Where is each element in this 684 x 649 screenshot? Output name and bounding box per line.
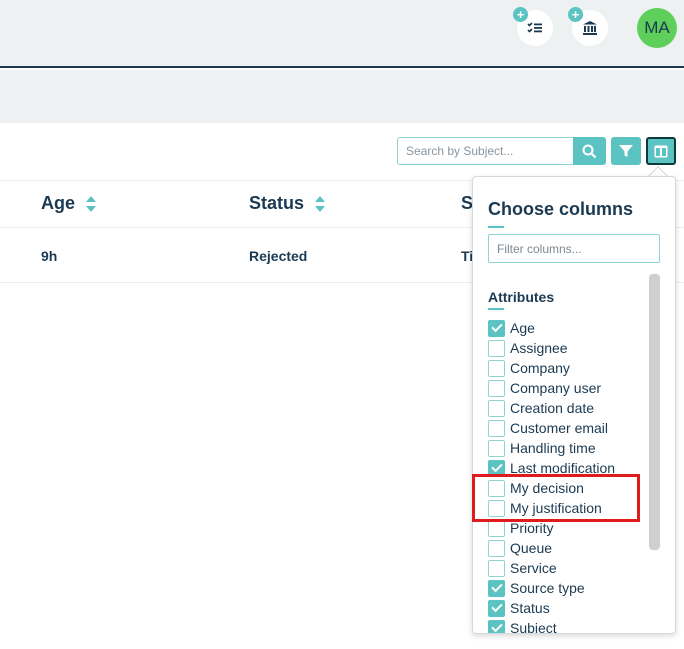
popover-title: Choose columns xyxy=(488,199,634,219)
top-bar: + + MA xyxy=(0,0,684,68)
column-option-label: Subject xyxy=(510,620,557,634)
column-option-label: Age xyxy=(510,320,535,336)
column-option-subject[interactable]: Subject xyxy=(488,618,648,634)
column-option-label: Priority xyxy=(510,520,554,536)
column-option-label: Assignee xyxy=(510,340,568,356)
filter-columns-input[interactable] xyxy=(488,234,660,263)
column-option-label: Company user xyxy=(510,380,602,396)
checkbox[interactable] xyxy=(488,519,505,537)
add-task-button[interactable]: + xyxy=(513,7,553,46)
checkbox[interactable] xyxy=(488,619,505,633)
column-option-label: Company xyxy=(510,360,570,376)
column-option-assignee[interactable]: Assignee xyxy=(488,338,648,358)
checkbox[interactable] xyxy=(488,599,505,617)
column-option-label: Service xyxy=(510,560,557,576)
column-option-label: Status xyxy=(510,600,550,616)
checkbox[interactable] xyxy=(488,539,505,557)
checkbox[interactable] xyxy=(488,379,505,397)
title-underline xyxy=(488,226,504,228)
column-option-source-type[interactable]: Source type xyxy=(488,578,648,598)
column-header-label: Status xyxy=(249,193,305,213)
sub-header-bar xyxy=(0,70,684,123)
column-option-customer-email[interactable]: Customer email xyxy=(488,418,648,438)
column-option-status[interactable]: Status xyxy=(488,598,648,618)
column-option-age[interactable]: Age xyxy=(488,318,648,338)
checkbox[interactable] xyxy=(488,339,505,357)
column-header-status[interactable]: Status xyxy=(249,193,326,214)
column-header-label: Age xyxy=(41,193,76,213)
column-option-queue[interactable]: Queue xyxy=(488,538,648,558)
sort-icon[interactable] xyxy=(85,195,97,213)
column-option-company-user[interactable]: Company user xyxy=(488,378,648,398)
checkbox[interactable] xyxy=(488,359,505,377)
choose-columns-popover: Choose columns Attributes Age Assignee Com… xyxy=(472,176,676,634)
plus-icon: + xyxy=(568,7,583,22)
search-input[interactable] xyxy=(397,137,574,165)
bank-icon xyxy=(583,21,597,35)
checkbox[interactable] xyxy=(488,319,505,337)
filter-icon xyxy=(619,145,633,157)
section-underline xyxy=(488,308,504,310)
task-list-icon xyxy=(527,22,542,33)
checkbox[interactable] xyxy=(488,439,505,457)
add-institution-button[interactable]: + xyxy=(568,7,608,46)
column-option-handling-time[interactable]: Handling time xyxy=(488,438,648,458)
filter-button[interactable] xyxy=(611,137,641,165)
column-option-company[interactable]: Company xyxy=(488,358,648,378)
column-option-label: Source type xyxy=(510,580,585,596)
highlight-box xyxy=(472,474,640,522)
choose-columns-button[interactable] xyxy=(646,137,676,165)
columns-icon xyxy=(654,145,668,157)
column-option-label: Handling time xyxy=(510,440,596,456)
column-option-service[interactable]: Service xyxy=(488,558,648,578)
column-option-label: Customer email xyxy=(510,420,609,436)
search-icon xyxy=(582,144,597,158)
search-button[interactable] xyxy=(573,137,606,165)
sort-icon[interactable] xyxy=(314,195,326,213)
column-header-age[interactable]: Age xyxy=(41,193,97,214)
cell-age: 9h xyxy=(41,248,58,264)
cell-status: Rejected xyxy=(249,248,308,264)
checkbox[interactable] xyxy=(488,579,505,597)
checkbox[interactable] xyxy=(488,559,505,577)
column-option-label: Creation date xyxy=(510,400,595,416)
section-title-attributes: Attributes xyxy=(488,289,555,305)
plus-icon: + xyxy=(513,7,528,22)
scrollbar[interactable] xyxy=(649,274,660,550)
column-option-creation-date[interactable]: Creation date xyxy=(488,398,648,418)
user-avatar[interactable]: MA xyxy=(637,8,677,48)
checkbox[interactable] xyxy=(488,399,505,417)
checkbox[interactable] xyxy=(488,419,505,437)
column-option-label: Queue xyxy=(510,540,553,556)
